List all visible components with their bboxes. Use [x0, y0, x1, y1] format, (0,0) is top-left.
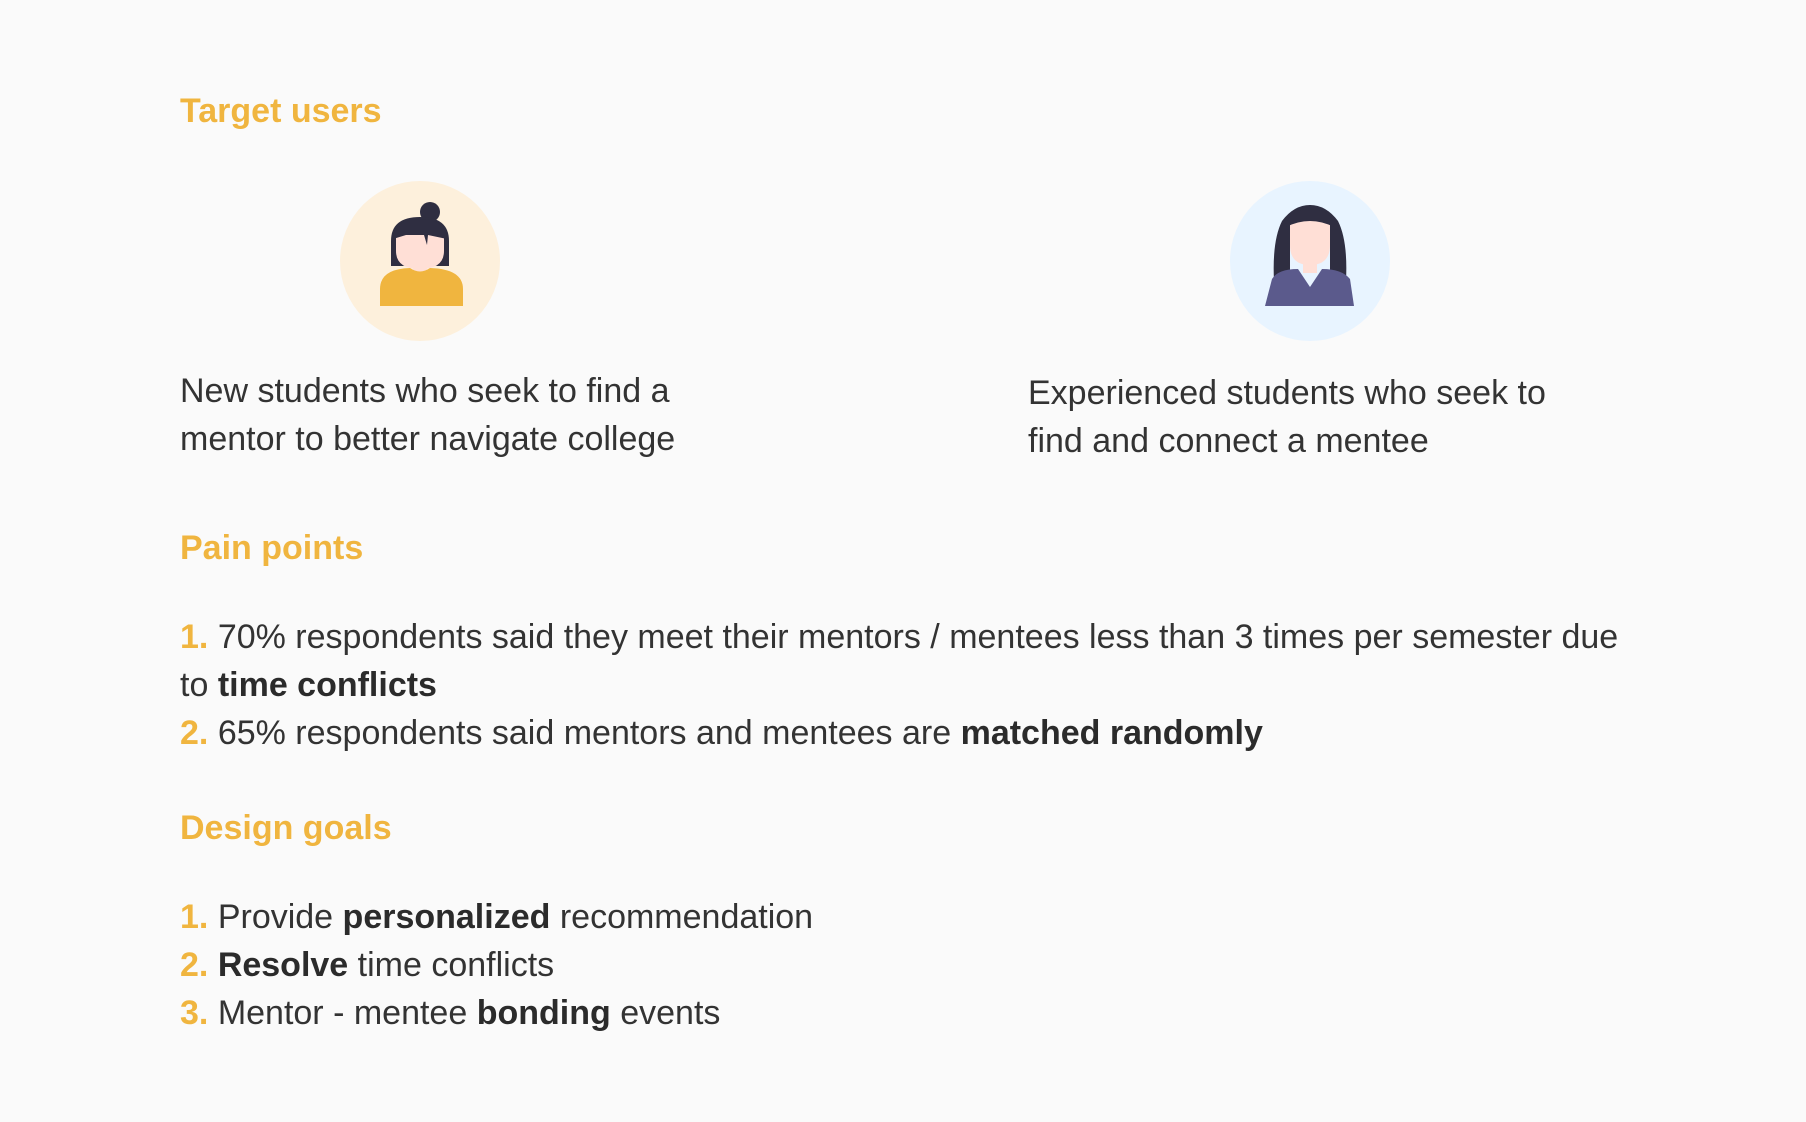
design-goal-text-after: events: [610, 994, 721, 1032]
design-goal-text: Mentor - mentee: [217, 994, 477, 1032]
list-number: 1.: [180, 898, 209, 936]
list-number: 3.: [180, 994, 209, 1032]
design-goal-item: 2. Resolve time conflicts: [180, 941, 1380, 989]
mentee-description: New students who seek to find a mentor t…: [180, 372, 676, 458]
pain-points-list: 1. 70% respondents said they meet their …: [180, 613, 1650, 757]
pain-points-heading: Pain points: [180, 529, 364, 567]
design-goal-text: Provide: [217, 898, 343, 936]
design-goal-item: 3. Mentor - mentee bonding events: [180, 989, 1380, 1037]
woman-avatar-icon: [1230, 181, 1390, 341]
design-goal-emphasis: Resolve: [217, 946, 349, 984]
young-woman-avatar-icon: [340, 181, 500, 341]
list-number: 2.: [180, 714, 209, 752]
mentor-description: Experienced students who seek to find an…: [1028, 374, 1546, 460]
page: { "target_users": { "heading": "Target u…: [0, 0, 1806, 1122]
design-goal-emphasis: personalized: [342, 898, 551, 936]
design-goals-list: 1. Provide personalized recommendation 2…: [180, 893, 1380, 1037]
pain-point-text: 65% respondents said mentors and mentees…: [217, 714, 961, 752]
list-number: 2.: [180, 946, 209, 984]
pain-point-emphasis: matched randomly: [960, 714, 1263, 752]
design-goal-text-after: recommendation: [550, 898, 814, 936]
pain-point-item: 2. 65% respondents said mentors and ment…: [180, 709, 1650, 757]
design-goal-emphasis: bonding: [476, 994, 611, 1032]
target-users-heading: Target users: [180, 92, 382, 130]
design-goal-item: 1. Provide personalized recommendation: [180, 893, 1380, 941]
pain-point-emphasis: time conflicts: [217, 666, 437, 704]
pain-point-item: 1. 70% respondents said they meet their …: [180, 613, 1650, 709]
list-number: 1.: [180, 618, 209, 656]
design-goal-text-after: time conflicts: [348, 946, 555, 984]
design-goals-heading: Design goals: [180, 809, 392, 847]
